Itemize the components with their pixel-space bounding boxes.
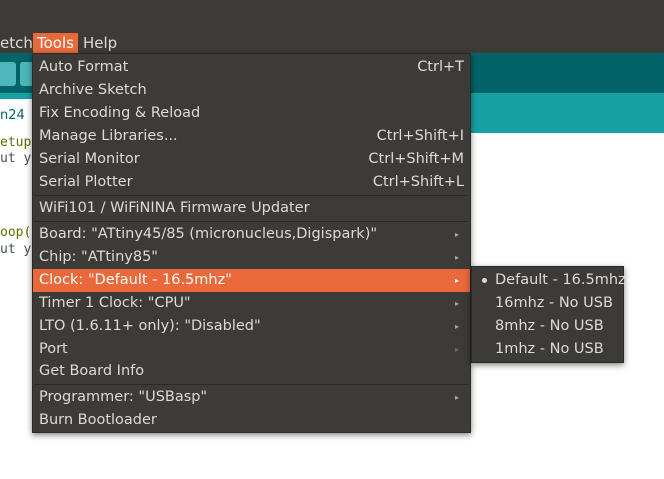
menu-separator <box>34 384 469 385</box>
submenu-arrow-icon: ▸ <box>454 345 459 354</box>
clock-option-1mhz[interactable]: 1mhz - No USB <box>472 338 623 361</box>
menu-help[interactable]: Help <box>83 33 117 53</box>
menu-bar: etch Tools Help <box>0 33 664 53</box>
new-icon[interactable] <box>0 62 16 86</box>
radio-selected-icon <box>482 278 487 283</box>
menu-item-manage-libraries[interactable]: Manage Libraries... Ctrl+Shift+I <box>33 125 470 148</box>
submenu-arrow-icon: ▸ <box>454 393 459 402</box>
menu-item-label: Board: "ATtiny45/85 (micronucleus,Digisp… <box>39 226 378 242</box>
menu-item-timer1-clock[interactable]: Timer 1 Clock: "CPU" ▸ <box>33 292 470 315</box>
submenu-arrow-icon: ▸ <box>454 322 459 331</box>
menu-item-burn-bootloader[interactable]: Burn Bootloader <box>33 409 470 432</box>
clock-submenu: Default - 16.5mhz 16mhz - No USB 8mhz - … <box>471 266 626 363</box>
menu-item-label: Timer 1 Clock: "CPU" <box>39 295 191 311</box>
menu-item-serial-monitor[interactable]: Serial Monitor Ctrl+Shift+M <box>33 148 470 171</box>
submenu-arrow-icon: ▸ <box>454 253 459 262</box>
menu-item-label: LTO (1.6.11+ only): "Disabled" <box>39 318 261 334</box>
menu-item-label: Auto Format <box>39 59 129 75</box>
menu-item-get-board-info[interactable]: Get Board Info <box>33 360 470 383</box>
menu-item-auto-format[interactable]: Auto Format Ctrl+T <box>33 56 470 79</box>
clock-option-default[interactable]: Default - 16.5mhz <box>472 269 626 292</box>
tools-dropdown-menu: Auto Format Ctrl+T Archive Sketch Fix En… <box>32 53 471 433</box>
clock-option-label: Default - 16.5mhz <box>495 272 626 288</box>
menu-item-label: Serial Plotter <box>39 174 133 190</box>
clock-option-8mhz[interactable]: 8mhz - No USB <box>472 315 623 338</box>
menu-item-shortcut: Ctrl+Shift+M <box>368 151 464 167</box>
menu-tools[interactable]: Tools <box>33 33 78 53</box>
menu-item-clock[interactable]: Clock: "Default - 16.5mhz" ▸ <box>33 269 470 292</box>
menu-item-label: WiFi101 / WiFiNINA Firmware Updater <box>39 200 310 216</box>
submenu-arrow-icon: ▸ <box>454 299 459 308</box>
menu-item-firmware-updater[interactable]: WiFi101 / WiFiNINA Firmware Updater <box>33 197 470 220</box>
menu-item-label: Fix Encoding & Reload <box>39 105 201 121</box>
clock-option-label: 8mhz - No USB <box>495 318 604 334</box>
menu-item-shortcut: Ctrl+Shift+L <box>372 174 464 190</box>
menu-item-shortcut: Ctrl+T <box>417 59 464 75</box>
menu-item-archive-sketch[interactable]: Archive Sketch <box>33 79 470 102</box>
menu-item-port[interactable]: Port ▸ <box>33 338 470 361</box>
submenu-arrow-icon: ▸ <box>454 230 459 239</box>
menu-separator <box>34 221 469 222</box>
window-titlebar <box>0 0 664 33</box>
menu-item-lto[interactable]: LTO (1.6.11+ only): "Disabled" ▸ <box>33 315 470 338</box>
menu-item-chip[interactable]: Chip: "ATtiny85" ▸ <box>33 246 470 269</box>
menu-item-label: Programmer: "USBasp" <box>39 389 208 405</box>
menu-separator <box>34 195 469 196</box>
clock-option-label: 16mhz - No USB <box>495 295 613 311</box>
menu-item-label: Burn Bootloader <box>39 412 157 428</box>
menu-item-board[interactable]: Board: "ATtiny45/85 (micronucleus,Digisp… <box>33 223 470 246</box>
clock-option-16mhz[interactable]: 16mhz - No USB <box>472 292 623 315</box>
menu-item-serial-plotter[interactable]: Serial Plotter Ctrl+Shift+L <box>33 171 470 194</box>
menu-item-label: Manage Libraries... <box>39 128 178 144</box>
menu-item-shortcut: Ctrl+Shift+I <box>376 128 464 144</box>
menu-item-label: Serial Monitor <box>39 151 140 167</box>
menu-item-label: Get Board Info <box>39 363 145 379</box>
clock-option-label: 1mhz - No USB <box>495 341 604 357</box>
menu-item-programmer[interactable]: Programmer: "USBasp" ▸ <box>33 386 470 409</box>
submenu-arrow-icon: ▸ <box>454 276 459 285</box>
menu-item-label: Chip: "ATtiny85" <box>39 249 158 265</box>
menu-item-fix-encoding[interactable]: Fix Encoding & Reload <box>33 102 470 125</box>
menu-item-label: Port <box>39 341 68 357</box>
menu-item-label: Archive Sketch <box>39 82 147 98</box>
menu-sketch[interactable]: etch <box>0 33 33 53</box>
menu-item-label: Clock: "Default - 16.5mhz" <box>39 272 232 288</box>
